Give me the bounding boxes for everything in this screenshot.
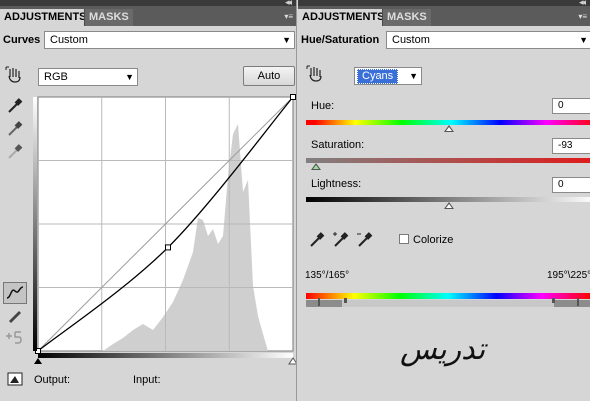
range-right-readout: 195°\225° <box>547 270 590 281</box>
lightness-slider-thumb[interactable] <box>444 202 454 209</box>
output-gradient-bar <box>33 97 37 351</box>
hue-slider-thumb[interactable] <box>444 125 454 132</box>
panel-menu-icon[interactable]: ▾≡ <box>284 13 293 21</box>
tab-masks[interactable]: MASKS <box>382 9 431 26</box>
range-selected-span <box>342 300 554 307</box>
tab-adjustments[interactable]: ADJUSTMENTS <box>0 9 91 26</box>
curves-title: Curves <box>3 34 41 46</box>
range-channel-value: Cyans <box>357 69 399 84</box>
input-label: Input: <box>133 374 161 386</box>
chevron-down-icon: ▼ <box>409 71 418 81</box>
saturation-slider-thumb[interactable] <box>311 163 321 170</box>
range-spectrum-bar <box>306 293 590 299</box>
panel-menu-icon[interactable]: ▾≡ <box>578 13 587 21</box>
curves-preset-select[interactable]: Custom ▼ <box>44 31 295 49</box>
colorize-label: Colorize <box>413 234 454 246</box>
watermark-logo: تدریس <box>400 332 486 367</box>
auto-button[interactable]: Auto <box>243 66 295 86</box>
input-gradient-bar <box>38 353 293 358</box>
smooth-icon[interactable] <box>5 328 23 346</box>
chevron-down-icon: ▼ <box>282 35 291 45</box>
range-left-readout: 135°/165° <box>305 270 350 281</box>
hue-sat-preset-row: Hue/Saturation Custom ▼ <box>298 26 590 54</box>
hue-label: Hue: <box>311 100 335 112</box>
output-label: Output: <box>34 374 71 386</box>
tab-masks[interactable]: MASKS <box>84 9 133 26</box>
hue-saturation-panel: ◂◂ ADJUSTMENTS MASKS ▾≡ Hue/Saturation C… <box>298 0 590 401</box>
curves-panel: ◂◂ ADJUSTMENTS MASKS ▾≡ Curves Custom ▼ … <box>0 0 297 401</box>
white-point-eyedropper-icon[interactable] <box>6 143 24 161</box>
hue-sat-tab-bar: ADJUSTMENTS MASKS ▾≡ <box>298 6 590 26</box>
black-point-eyedropper-icon[interactable] <box>6 97 24 115</box>
curve-tool-button[interactable] <box>3 282 27 304</box>
channel-select[interactable]: RGB ▼ <box>38 68 138 86</box>
tab-adjustments[interactable]: ADJUSTMENTS <box>298 9 389 26</box>
colorize-checkbox[interactable] <box>399 234 409 244</box>
hue-sat-title: Hue/Saturation <box>301 34 380 46</box>
chevron-down-icon: ▼ <box>579 35 588 45</box>
curves-preset-value: Custom <box>50 34 88 46</box>
hue-sat-preset-select[interactable]: Custom ▼ <box>386 31 590 49</box>
range-right-inner-handle[interactable] <box>552 298 555 303</box>
range-channel-select[interactable]: Cyans ▼ <box>354 67 422 85</box>
curve-control-point[interactable] <box>165 244 171 251</box>
curve-tool-icon <box>6 286 24 299</box>
curves-preset-row: Curves Custom ▼ <box>0 26 296 54</box>
add-to-sample-eyedropper-icon[interactable] <box>332 231 350 249</box>
range-right-outer-handle[interactable] <box>577 298 579 306</box>
channel-value: RGB <box>44 71 68 83</box>
curves-tab-bar: ADJUSTMENTS MASKS ▾≡ <box>0 6 296 26</box>
hue-sat-preset-value: Custom <box>392 34 430 46</box>
curves-graph[interactable] <box>33 94 297 368</box>
saturation-input[interactable]: -93 <box>552 138 590 154</box>
lightness-label: Lightness: <box>311 178 362 190</box>
saturation-slider-track[interactable] <box>306 158 590 163</box>
eyedropper-icon[interactable] <box>308 231 326 249</box>
white-point-slider[interactable] <box>288 357 297 365</box>
chevron-down-icon: ▼ <box>125 72 134 82</box>
hue-input[interactable]: 0 <box>552 98 590 114</box>
range-left-inner-handle[interactable] <box>344 298 347 303</box>
hand-target-icon[interactable] <box>5 66 23 84</box>
black-point-slider[interactable] <box>34 358 42 364</box>
curve-control-point[interactable] <box>290 94 296 100</box>
saturation-label: Saturation: <box>311 139 365 151</box>
subtract-from-sample-eyedropper-icon[interactable] <box>356 231 374 249</box>
range-selection-bar[interactable] <box>306 300 590 307</box>
hand-target-icon[interactable] <box>306 65 324 83</box>
range-left-outer-handle[interactable] <box>318 298 320 306</box>
pencil-icon[interactable] <box>6 306 24 324</box>
clip-layer-icon[interactable] <box>6 370 24 388</box>
lightness-input[interactable]: 0 <box>552 177 590 193</box>
gray-point-eyedropper-icon[interactable] <box>6 120 24 138</box>
